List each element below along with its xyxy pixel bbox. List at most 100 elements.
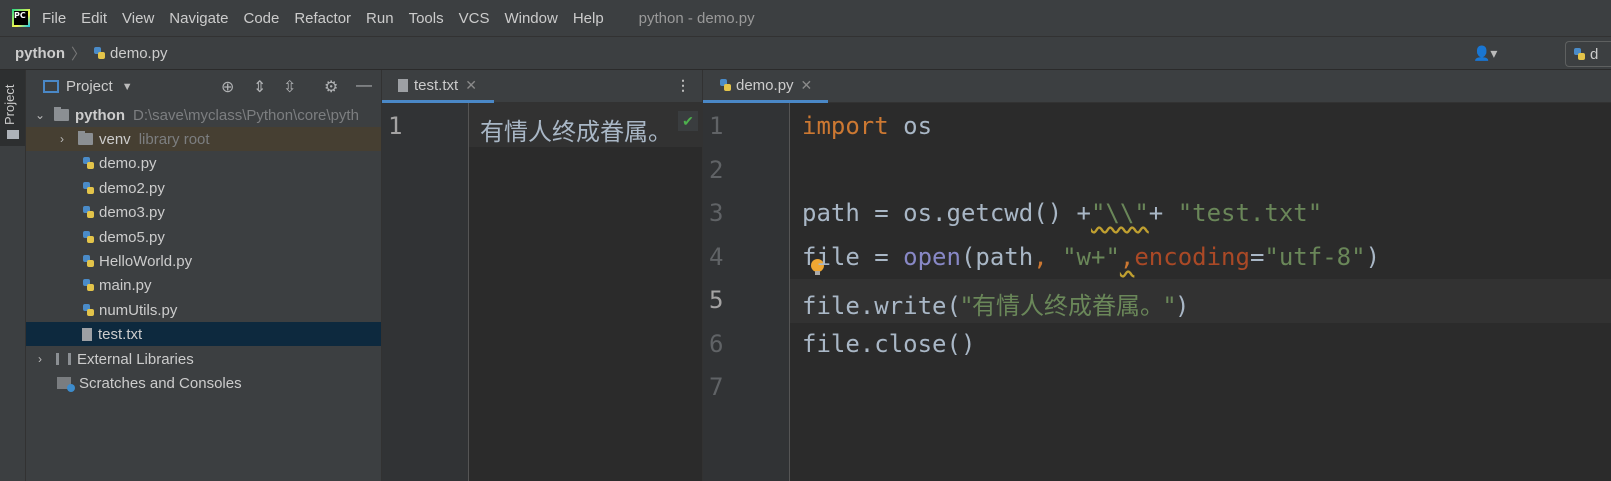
python-file-icon [81,204,95,220]
tree-item-label: Scratches and Consoles [79,374,242,392]
chevron-down-icon[interactable]: ⌄ [33,108,47,122]
project-panel: Project ▼ ⊕ ⇕ ⇳ ⚙ — ⌄ python D:\save\myc… [26,70,382,481]
menu-bar: File Edit View Navigate Code Refactor Ru… [0,0,1611,36]
collapse-all-icon[interactable]: ⇳ [283,77,296,97]
close-icon[interactable]: ✕ [801,77,813,94]
run-config-label: d [1590,45,1599,63]
code-line-1[interactable]: import os [802,112,932,140]
tree-item-label: demo3.py [99,203,165,221]
tree-item-file[interactable]: demo5.py [26,225,381,249]
navigation-bar: python 〉 demo.py 👤▾ d [0,36,1611,70]
menu-help[interactable]: Help [573,10,604,27]
gear-icon[interactable]: ⚙ [324,77,338,97]
line-gutter: 1 2 3 4 5 6 7 [703,103,790,481]
tree-item-hint: library root [138,130,210,148]
tree-item-venv[interactable]: › venv library root [26,127,381,151]
user-icon[interactable]: 👤▾ [1473,45,1499,63]
tree-item-scratches[interactable]: Scratches and Consoles [26,371,381,395]
code-comma: , [1033,243,1048,271]
close-icon[interactable]: ✕ [465,77,477,94]
code-param: encoding [1134,243,1250,271]
tree-item-file[interactable]: demo2.py [26,176,381,200]
menu-code[interactable]: Code [243,10,279,27]
text-file-icon [82,327,92,341]
menu-navigate[interactable]: Navigate [169,10,228,27]
tree-item-file[interactable]: demo.py [26,151,381,175]
breadcrumb-chevron-icon: 〉 [71,45,87,63]
text-file-icon [398,78,408,92]
tab-label: demo.py [736,76,794,94]
python-file-icon [92,45,106,61]
line-number: 2 [709,156,724,184]
menu-window[interactable]: Window [504,10,557,27]
menu-refactor[interactable]: Refactor [294,10,351,27]
menu-view[interactable]: View [122,10,154,27]
tab-demo-py[interactable]: demo.py ✕ [703,70,828,103]
python-file-icon [81,253,95,269]
expand-all-icon[interactable]: ⇕ [253,77,266,97]
left-tool-strip: Project [0,70,26,481]
tree-item-label: python [75,106,125,124]
python-file-icon [718,77,732,93]
chevron-right-icon[interactable]: › [33,352,47,366]
python-file-icon [81,277,95,293]
line-number: 6 [709,330,724,358]
code-string: "test.txt" [1177,199,1323,227]
line-number: 1 [709,112,724,140]
menu-vcs[interactable]: VCS [459,10,490,27]
code-keyword: import [802,112,889,140]
scratches-icon [57,377,75,392]
project-window-icon [43,80,59,93]
code-text: file = [802,243,904,271]
tree-item-label: numUtils.py [99,301,178,319]
tree-item-external-libraries[interactable]: › External Libraries [26,347,381,371]
tree-item-file[interactable]: numUtils.py [26,298,381,322]
code-text: os [888,112,933,140]
menu-edit[interactable]: Edit [81,10,107,27]
code-line-5[interactable]: file.write("有情人终成眷属。") [802,286,1189,321]
tree-item-file[interactable]: demo3.py [26,200,381,224]
code-line-6[interactable]: file.close() [802,330,975,358]
window-title: python - demo.py [638,9,755,27]
code-comma: , [1119,243,1135,271]
tree-item-file[interactable]: HelloWorld.py [26,249,381,273]
run-configuration-selector[interactable]: d [1565,41,1611,67]
text-content[interactable]: 有情人终成眷属。 [480,112,672,147]
tree-item-label: demo2.py [99,179,165,197]
tree-item-path: D:\save\myclass\Python\core\pyth [133,106,359,124]
code-text: + [1148,199,1178,227]
minimize-icon[interactable]: — [356,77,372,95]
project-tool-tab-label: Project [2,84,17,125]
menu-file[interactable]: File [42,10,66,27]
project-view-selector[interactable]: Project [66,78,113,95]
python-file-icon [81,180,95,196]
libraries-icon [56,353,71,365]
tree-item-file[interactable]: main.py [26,273,381,297]
checkmark-icon: ✔ [678,111,698,131]
code-string: "有情人终成眷属。" [960,292,1176,320]
locate-icon[interactable]: ⊕ [221,77,234,97]
editor-test-txt: test.txt ✕ ⋮ 1 有情人终成眷属。 ✔ [382,70,703,481]
tree-item-file-selected[interactable]: test.txt [26,322,381,346]
menu-run[interactable]: Run [366,10,394,27]
python-file-icon [81,302,95,318]
breadcrumb-root[interactable]: python [15,45,65,62]
tab-test-txt[interactable]: test.txt ✕ [382,70,494,103]
python-file-icon [81,229,95,245]
code-text: path = os.getcwd() + [802,199,1091,227]
menu-tools[interactable]: Tools [409,10,444,27]
code-line-3[interactable]: path = os.getcwd() +"\\"+ "test.txt" [802,199,1322,227]
line-number: 7 [709,373,724,401]
code-line-4[interactable]: file = open(path, "w+",encoding="utf-8") [802,243,1380,271]
tab-label: test.txt [414,76,459,94]
python-config-icon [1572,46,1586,62]
folder-icon [78,131,93,145]
tree-item-root[interactable]: ⌄ python D:\save\myclass\Python\core\pyt… [26,103,381,127]
chevron-down-icon[interactable]: ▼ [122,81,133,93]
more-options-icon[interactable]: ⋮ [676,77,690,94]
folder-icon [7,130,19,139]
chevron-right-icon[interactable]: › [55,132,69,146]
breadcrumb-file[interactable]: demo.py [110,45,168,62]
code-string: "w+" [1062,243,1120,271]
tree-item-label: venv [99,130,131,148]
